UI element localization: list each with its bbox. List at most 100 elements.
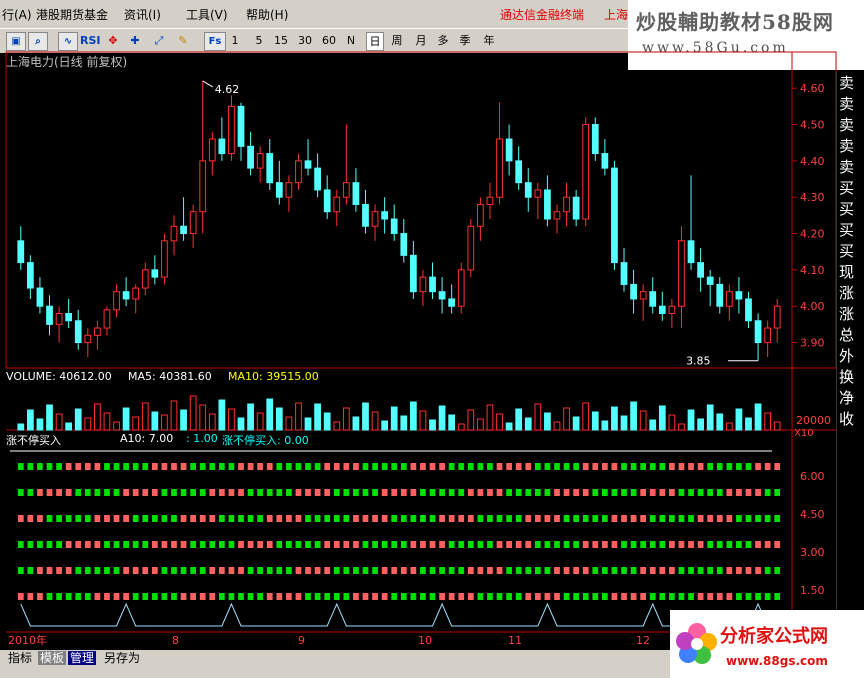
buy-arrow	[487, 593, 493, 600]
sell-arrow	[238, 463, 244, 470]
tab-indicator[interactable]: 指标	[6, 651, 35, 665]
buy-arrow	[582, 593, 589, 600]
volume-bar	[591, 411, 599, 431]
buy-arrow	[429, 567, 436, 574]
period-5min[interactable]: 5	[252, 32, 266, 49]
period-1min[interactable]: 1	[228, 32, 242, 49]
candle-body	[591, 124, 599, 155]
candle-body	[639, 291, 647, 300]
buy-arrow	[362, 567, 369, 574]
candle-body	[668, 305, 676, 314]
menu-item-news[interactable]: 资讯(I)	[124, 6, 161, 23]
sell-arrow	[238, 567, 244, 574]
volume-bar	[486, 404, 494, 431]
buy-arrow	[84, 489, 91, 496]
candle-body	[582, 124, 590, 220]
quote-panel-item: 卖	[839, 95, 855, 113]
volume-bar	[448, 414, 456, 431]
tab-template[interactable]: 模板	[38, 651, 67, 665]
period-multi[interactable]: 多	[436, 32, 450, 49]
sell-arrow	[362, 515, 369, 522]
sell-arrow	[142, 489, 149, 496]
indicator-a10: A10: 7.00	[120, 432, 174, 445]
sell-arrow	[65, 541, 72, 548]
sell-arrow	[238, 541, 244, 548]
buy-arrow	[381, 541, 388, 548]
sell-arrow	[362, 593, 369, 600]
buy-arrow	[333, 489, 340, 496]
drag-icon[interactable]: ✥	[104, 32, 122, 49]
volume-bar	[467, 409, 475, 431]
candle-body	[457, 269, 465, 307]
candle-body	[323, 189, 331, 213]
volume-multiplier: X10	[794, 428, 814, 439]
volume-bar	[342, 407, 350, 431]
period-quarter[interactable]: 季	[458, 32, 472, 49]
menu-item-tools[interactable]: 工具(V)	[186, 6, 228, 23]
sell-arrow	[180, 541, 187, 548]
sell-arrow	[123, 567, 129, 574]
kline-chart[interactable]: 4.62 3.85 20000X10 6.00 4.50 3.00 1.50 4.60 4…	[0, 0, 864, 650]
sell-arrow	[544, 515, 551, 522]
volume-bar	[601, 420, 609, 431]
sell-arrow	[295, 489, 302, 496]
buy-arrow	[305, 593, 311, 600]
period-30min[interactable]: 30	[296, 32, 314, 49]
buy-arrow	[506, 515, 512, 522]
buy-arrow	[611, 567, 618, 574]
sell-arrow	[467, 489, 474, 496]
candle-body	[74, 320, 82, 344]
period-month[interactable]: 月	[414, 32, 428, 49]
tab-manage[interactable]: 管理	[68, 651, 97, 665]
chart-box-icon[interactable]: ▣	[6, 32, 26, 51]
menu-item-market[interactable]: 行(A)	[2, 6, 32, 23]
line-chart-icon[interactable]: ∿	[58, 32, 78, 51]
volume-bar	[477, 418, 484, 431]
magnify-icon[interactable]: ⌕	[28, 32, 48, 51]
buy-arrow	[353, 489, 359, 496]
sell-arrow	[238, 489, 244, 496]
period-15min[interactable]: 15	[272, 32, 290, 49]
buy-arrow	[199, 567, 206, 574]
sell-arrow	[400, 489, 407, 496]
sell-arrow	[573, 489, 580, 496]
indicator-name: 涨不停买入	[6, 434, 61, 447]
volume-bar	[716, 413, 724, 431]
buy-arrow	[372, 567, 378, 574]
buy-arrow	[697, 489, 704, 496]
period-week[interactable]: 周	[390, 32, 404, 49]
price-panel-frame	[5, 51, 837, 369]
volume-bar	[26, 409, 34, 431]
sell-arrow	[515, 463, 522, 470]
period-n[interactable]: N	[344, 32, 358, 49]
sell-arrow	[410, 541, 417, 548]
buy-arrow	[113, 489, 120, 496]
period-60min[interactable]: 60	[320, 32, 338, 49]
sell-arrow	[353, 515, 359, 522]
sell-arrow	[678, 463, 685, 470]
rsi-icon[interactable]: RSI	[80, 32, 101, 49]
sell-arrow	[190, 593, 197, 600]
indicator-tick-label: 1.50	[800, 584, 825, 597]
move-icon[interactable]: ✚	[126, 32, 144, 49]
candle-body	[400, 233, 408, 256]
tab-save-as[interactable]: 另存为	[102, 651, 142, 665]
buy-arrow	[314, 463, 321, 470]
pencil-icon[interactable]: ✎	[174, 32, 192, 49]
buy-arrow	[75, 489, 82, 496]
volume-bar	[103, 412, 111, 431]
sell-arrow	[75, 463, 82, 470]
sell-arrow	[123, 489, 129, 496]
buy-arrow	[314, 515, 321, 522]
period-day[interactable]: 日	[366, 32, 384, 51]
buy-arrow	[448, 567, 455, 574]
menu-item-futures[interactable]: 港股期货基金	[36, 6, 108, 23]
sell-arrow	[46, 567, 53, 574]
zoom-icon[interactable]: ⤢	[150, 32, 168, 49]
buy-arrow	[171, 489, 177, 496]
period-year[interactable]: 年	[482, 32, 496, 49]
menu-item-help[interactable]: 帮助(H)	[246, 6, 288, 23]
volume-bar	[74, 408, 82, 431]
sell-arrow	[56, 567, 62, 574]
fs-icon[interactable]: Fs	[204, 32, 226, 51]
